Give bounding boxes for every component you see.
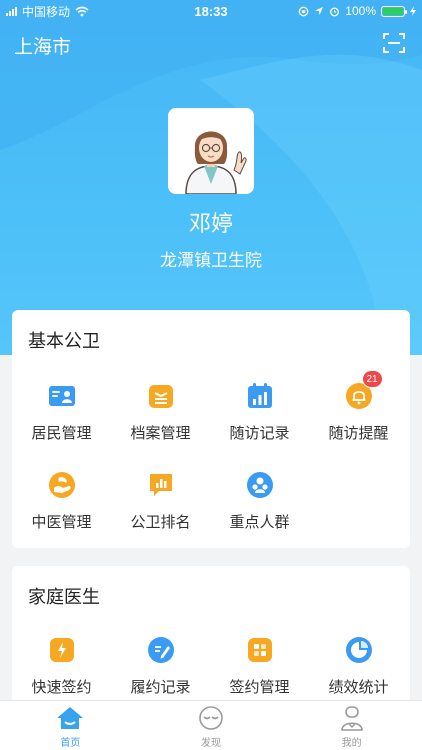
grid-item-public-health-ranking[interactable]: 公卫排名 [111, 471, 210, 532]
notification-badge: 21 [361, 370, 383, 388]
section-title: 基本公卫 [28, 331, 100, 351]
grid-item-label: 随访记录 [229, 425, 290, 442]
tab-label: 发现 [201, 738, 221, 749]
grid-item-label: 履约记录 [130, 679, 191, 696]
doctor-name: 邓婷 [188, 211, 233, 236]
status-bar: 中国移动 18:33 100% [0, 0, 422, 22]
tab-profile[interactable]: 我的 [281, 701, 422, 750]
calendar-chart-icon [247, 383, 272, 408]
grid-item-key-population[interactable]: 重点人群 [210, 471, 309, 532]
tab-label: 首页 [60, 738, 81, 749]
hospital-name: 龙潭镇卫生院 [160, 251, 262, 270]
grid-item-label: 重点人群 [229, 514, 290, 531]
tab-home[interactable]: 首页 [0, 701, 141, 750]
grid-item-label: 随访提醒 [328, 425, 389, 442]
grid-item-archive-management[interactable]: 档案管理 [111, 382, 210, 443]
bottom-tab-bar: 首页 发现 我的 [0, 700, 422, 750]
tcm-hand-icon [48, 472, 75, 498]
avatar[interactable] [168, 108, 254, 194]
discover-icon [199, 706, 223, 730]
grid-item-label: 居民管理 [31, 425, 92, 442]
status-time: 18:33 [194, 4, 228, 19]
profile-icon [340, 706, 363, 731]
grid-item-tcm-management[interactable]: 中医管理 [12, 471, 111, 532]
group-icon [246, 472, 273, 498]
grid-item-performance-stats[interactable]: 绩效统计 [309, 636, 408, 697]
grid-item-resident-management[interactable]: 居民管理 [12, 382, 111, 443]
sign-manage-icon [247, 638, 272, 662]
grid-item-fulfillment-record[interactable]: 履约记录 [111, 636, 210, 697]
ranking-chat-icon [149, 474, 172, 496]
tab-label: 我的 [341, 738, 362, 749]
section-card-family-doctor: 家庭医生 快速签约 履约记录 签约管理 绩效统计 [12, 566, 410, 706]
grid-item-sign-management[interactable]: 签约管理 [210, 636, 309, 697]
grid-item-quick-sign[interactable]: 快速签约 [12, 636, 111, 697]
record-edit-icon [147, 637, 174, 663]
grid-item-label: 绩效统计 [328, 679, 389, 696]
archive-box-icon [148, 385, 173, 408]
pie-chart-icon [345, 637, 372, 663]
tab-discover[interactable]: 发现 [141, 701, 282, 750]
grid-item-label: 中医管理 [31, 514, 92, 531]
grid-item-label: 签约管理 [229, 679, 290, 696]
section-title: 家庭医生 [28, 587, 100, 607]
home-icon [57, 707, 84, 729]
header-banner: 中国移动 18:33 100% 上海市 邓婷 龙潭镇卫生院 [0, 0, 422, 355]
grid-item-followup-record[interactable]: 随访记录 [210, 382, 309, 443]
quick-sign-icon [49, 638, 74, 662]
section-card-basic-public-health: 基本公卫 居民管理 档案管理 随访记录 21 随访提醒 中医管理 公卫排名 重点… [12, 310, 410, 548]
grid-item-label: 公卫排名 [130, 514, 191, 531]
id-card-icon [48, 386, 75, 406]
battery-icon [381, 5, 407, 17]
grid-item-label: 快速签约 [31, 679, 92, 696]
grid-item-followup-reminder[interactable]: 21 随访提醒 [309, 370, 408, 443]
doctor-avatar-illustration [168, 108, 254, 194]
city-selector[interactable]: 上海市 [14, 32, 71, 59]
scan-icon[interactable] [382, 31, 406, 55]
grid-item-label: 档案管理 [130, 425, 191, 442]
